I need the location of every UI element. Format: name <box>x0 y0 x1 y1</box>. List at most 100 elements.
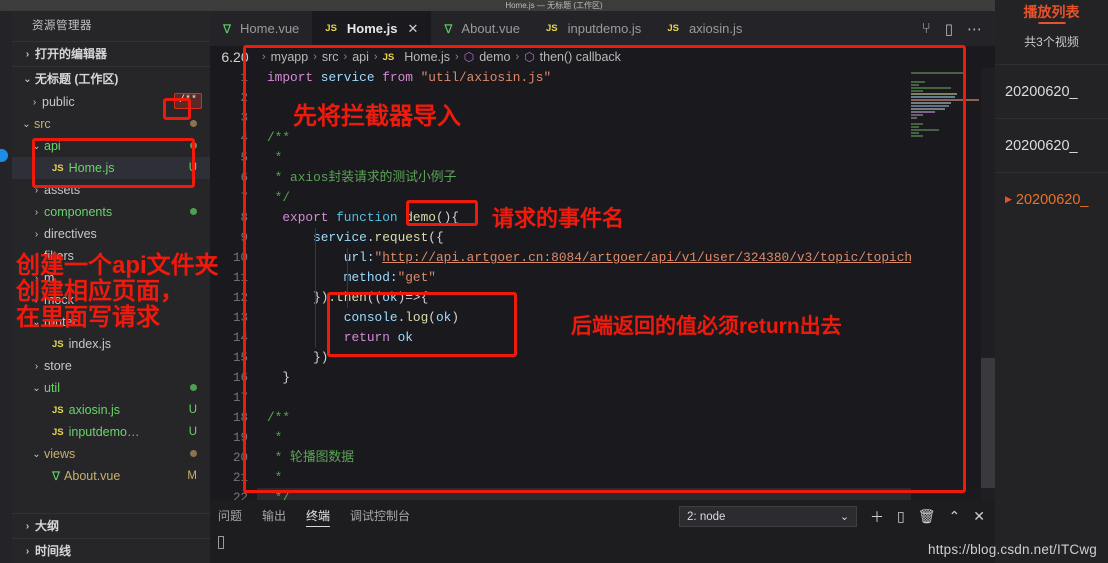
tree-item-label: store <box>44 359 72 373</box>
editor-tab-aboutvue[interactable]: ∇ About.vue <box>431 11 533 46</box>
chevron-right-icon: › <box>34 206 39 218</box>
vscode-window: Home.js — 无标题 (工作区) 资源管理器 › 打开的编辑器 ⌄ 无标题… <box>0 0 1108 563</box>
javascript-file-icon: JS <box>325 23 337 34</box>
sidebar-section-label: 时间线 <box>35 543 72 558</box>
terminal-select-value: 2: node <box>687 510 726 523</box>
bottom-panel: 问题 输出 终端 调试控制台 2: node ⌄ ＋ ▯ 🗑 ⌃ ✕ <box>210 500 995 563</box>
javascript-file-icon: JS <box>52 404 64 416</box>
activity-bar[interactable] <box>0 11 12 563</box>
panel-tab-输出[interactable]: 输出 <box>262 500 286 533</box>
tree-item-label: About.vue <box>64 469 121 483</box>
sidebar-bottom-sections: › 大纲 › 时间线 <box>12 513 210 563</box>
tree-item-inputdemo[interactable]: JS inputdemo… U <box>12 421 210 443</box>
chevron-down-icon: ⌄ <box>32 448 41 460</box>
chevron-down-icon: ⌄ <box>22 118 31 130</box>
panel-tab-问题[interactable]: 问题 <box>218 500 242 533</box>
kill-terminal-icon[interactable]: 🗑 <box>918 508 936 525</box>
tree-item-label: inputdemo… <box>68 425 140 439</box>
git-status-dot-icon <box>190 448 197 460</box>
tree-item-directives[interactable]: › directives <box>12 223 210 245</box>
panel-tab-bar: 问题 输出 终端 调试控制台 2: node ⌄ ＋ ▯ 🗑 ⌃ ✕ <box>210 500 995 533</box>
tree-item-label: axiosin.js <box>68 403 121 417</box>
terminal-select[interactable]: 2: node ⌄ <box>679 506 858 527</box>
annotation-box-demo-name <box>406 200 478 226</box>
git-status-badge: M <box>187 470 197 482</box>
annotation-text-return: 后端返回的值必须return出去 <box>571 315 842 338</box>
editor-tab-homevue[interactable]: ∇ Home.vue <box>210 11 313 46</box>
split-run-icon[interactable]: ⑂ <box>922 20 931 37</box>
javascript-file-icon: JS <box>545 23 558 34</box>
editor-tab-label: inputdemo.js <box>567 21 642 36</box>
new-terminal-icon[interactable]: ＋ <box>870 507 884 527</box>
tree-item-indexjs[interactable]: JS index.js <box>12 333 210 355</box>
playlist-item-label: 20200620_ <box>1005 83 1078 100</box>
vue-file-icon: ∇ <box>444 21 453 36</box>
scrollbar-thumb[interactable] <box>981 358 995 488</box>
annotation-box-public-badge <box>163 98 191 120</box>
play-arrow-icon: ▶ <box>1005 194 1012 204</box>
chevron-down-icon: ⌄ <box>32 382 41 394</box>
sidebar-section-outline[interactable]: › 大纲 <box>12 513 210 538</box>
editor-actions: ⑂ ▯ ⋯ <box>909 11 995 46</box>
more-actions-icon[interactable]: ⋯ <box>967 20 982 38</box>
tree-item-store[interactable]: › store <box>12 355 210 377</box>
playlist-item[interactable]: ▶ 20200620_ <box>995 172 1108 226</box>
git-status-badge: U <box>188 426 197 438</box>
panel-tab-终端[interactable]: 终端 <box>306 500 331 533</box>
chevron-right-icon: › <box>34 360 39 372</box>
sidebar-section-label: 打开的编辑器 <box>35 46 108 61</box>
tree-item-aboutvue[interactable]: ∇ About.vue M <box>12 465 210 487</box>
git-status-dot-icon <box>190 206 197 218</box>
split-editor-icon[interactable]: ▯ <box>945 20 953 38</box>
git-status-dot-icon <box>190 382 197 394</box>
javascript-file-icon: JS <box>52 338 64 350</box>
editor-tab-inputdemojs[interactable]: JS inputdemo.js <box>532 11 655 46</box>
playlist-items: 20200620_ 20200620_ ▶ 20200620_ <box>995 64 1108 226</box>
javascript-file-icon: JS <box>667 23 679 34</box>
panel-actions: 2: node ⌄ ＋ ▯ 🗑 ⌃ ✕ <box>679 506 995 527</box>
tree-item-label: views <box>44 447 76 461</box>
annotation-box-return-block <box>327 292 517 357</box>
tree-item-views[interactable]: ⌄ views <box>12 443 210 465</box>
annotation-text-event-name: 请求的事件名 <box>492 206 625 231</box>
close-icon[interactable]: ✕ <box>407 21 418 37</box>
annotation-text-write-request: 在里面写请求 <box>16 304 160 331</box>
tree-item-label: components <box>44 205 113 219</box>
git-status-dot-icon <box>190 118 197 130</box>
tree-item-components[interactable]: › components <box>12 201 210 223</box>
sidebar-section-label: 无标题 (工作区) <box>35 71 119 86</box>
editor-scrollbar[interactable] <box>981 68 995 500</box>
editor-tab-label: Home.js <box>346 21 398 36</box>
explorer-title: 资源管理器 <box>32 20 92 32</box>
playlist-item-label: 20200620_ <box>1015 191 1089 208</box>
editor-tab-label: Home.vue <box>240 21 300 36</box>
window-title: Home.js — 无标题 (工作区) <box>0 0 1108 11</box>
editor-tab-axiosinjs[interactable]: JS axiosin.js <box>654 11 756 46</box>
git-status-badge: U <box>188 404 197 416</box>
tree-item-util[interactable]: ⌄ util <box>12 377 210 399</box>
chevron-down-icon: ⌄ <box>839 511 850 523</box>
split-terminal-icon[interactable]: ▯ <box>897 508 905 525</box>
sidebar-section-open-editors[interactable]: › 打开的编辑器 <box>12 41 210 66</box>
tree-item-label: index.js <box>68 337 112 351</box>
vue-file-icon: ∇ <box>223 21 232 36</box>
activity-bar-indicator-dot <box>0 149 8 162</box>
panel-tab-调试控制台[interactable]: 调试控制台 <box>350 500 410 533</box>
editor-tab-bar: ∇ Home.vue JS Home.js ✕ ∇ About.vue JS inputdemo… <box>210 11 995 46</box>
sidebar-section-workspace[interactable]: ⌄ 无标题 (工作区) <box>12 66 210 91</box>
watermark: https://blog.csdn.net/ITCwg <box>928 542 1097 557</box>
tree-item-axiosinjs[interactable]: JS axiosin.js U <box>12 399 210 421</box>
javascript-file-icon: JS <box>52 426 64 438</box>
terminal-output[interactable] <box>210 533 995 563</box>
playlist-count: 共3个视频 <box>1024 35 1079 49</box>
close-panel-icon[interactable]: ✕ <box>973 508 985 525</box>
playlist-panel: 播放列表 共3个视频 20200620_ 20200620_ ▶ 20200620_ <box>995 0 1108 563</box>
terminal-cursor <box>218 536 224 549</box>
editor-tab-label: About.vue <box>461 21 520 36</box>
collapse-panel-icon[interactable]: ⌃ <box>949 508 961 525</box>
chevron-right-icon: › <box>34 228 39 240</box>
playlist-item[interactable]: 20200620_ <box>995 118 1108 172</box>
playlist-item[interactable]: 20200620_ <box>995 64 1108 118</box>
editor-tab-homejs[interactable]: JS Home.js ✕ <box>312 11 432 46</box>
sidebar-section-timeline[interactable]: › 时间线 <box>12 538 210 563</box>
